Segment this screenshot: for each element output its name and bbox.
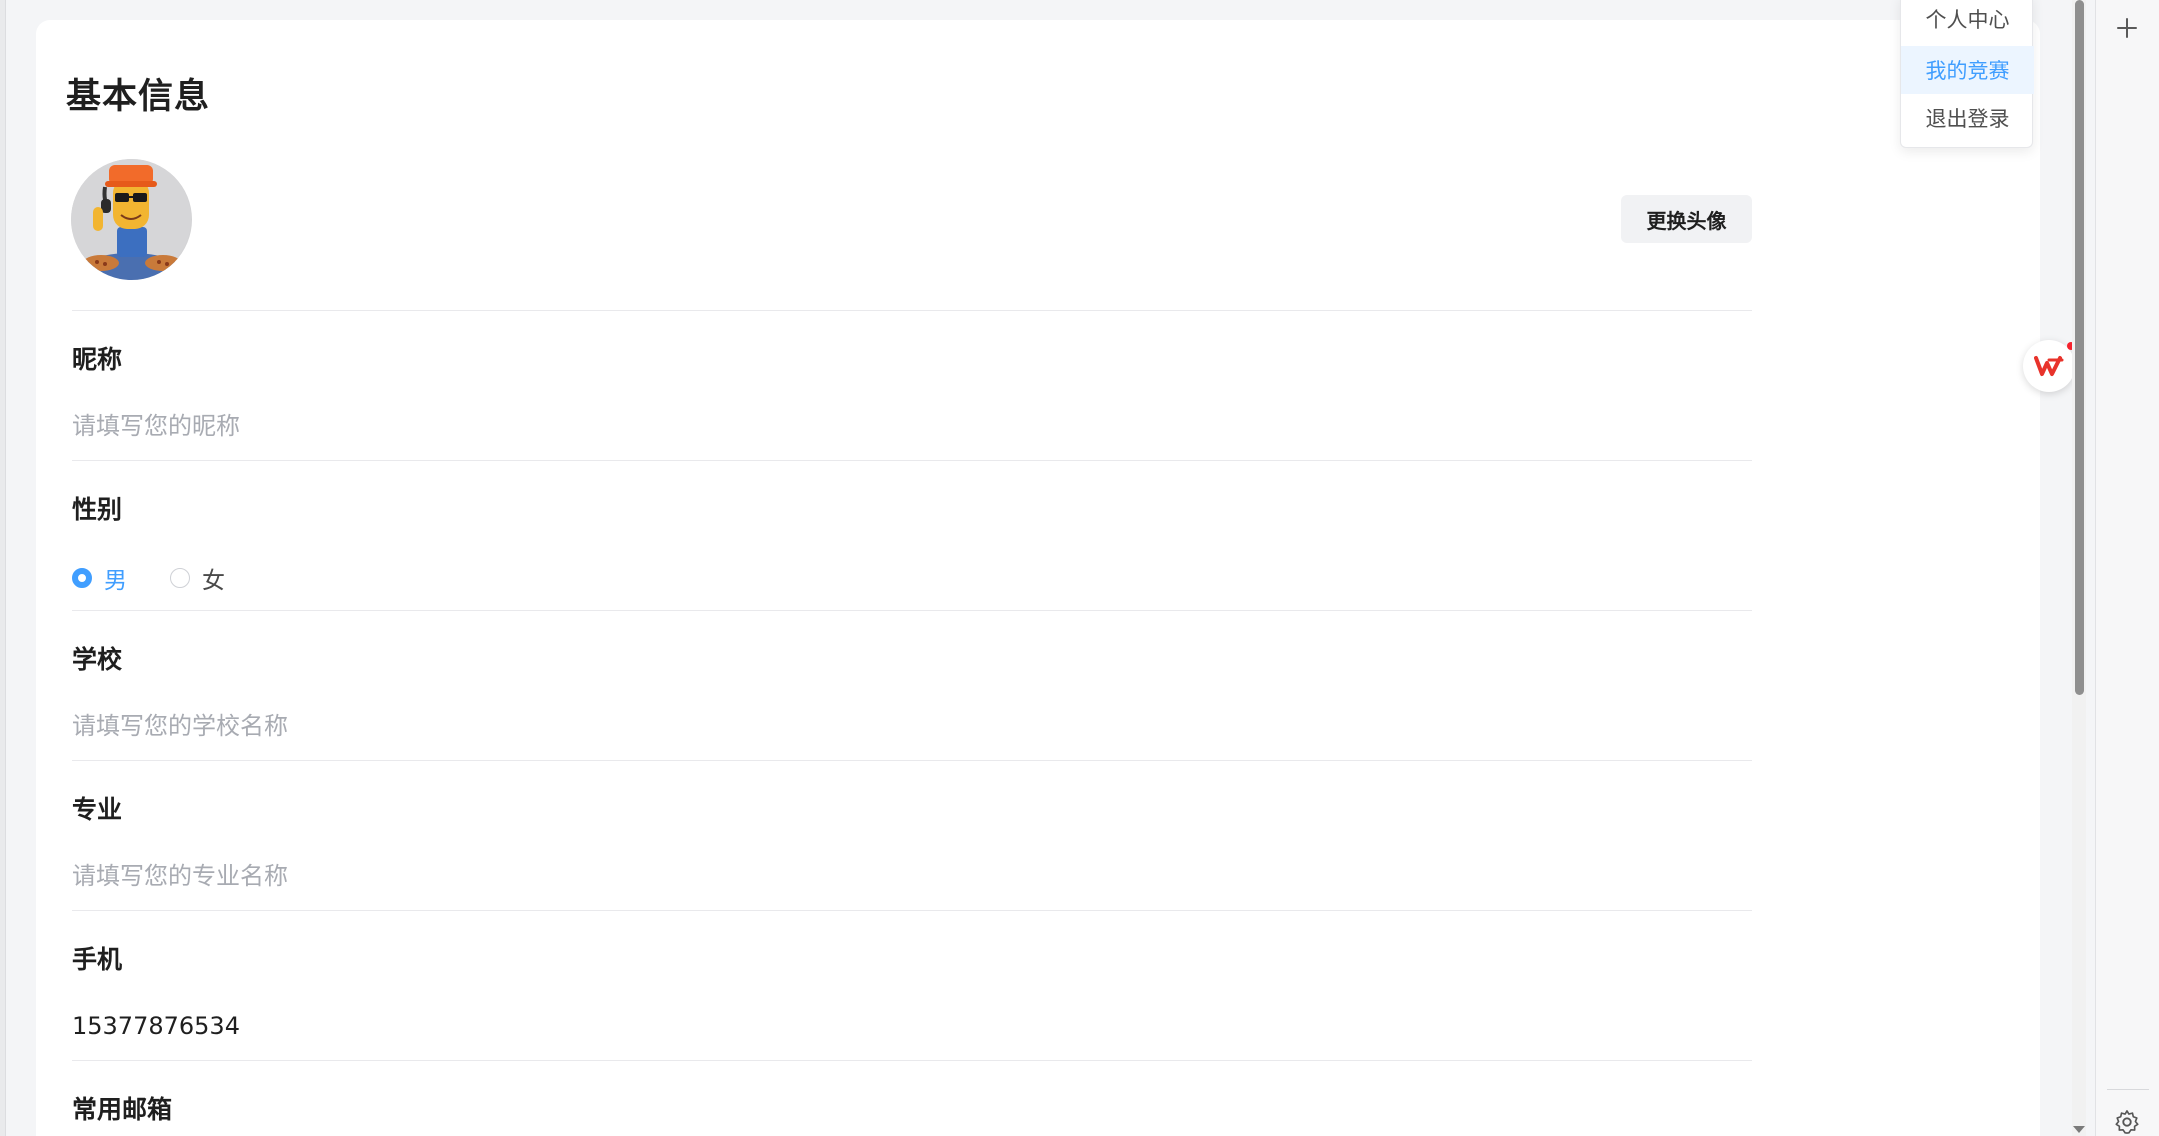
gender-label: 性别 xyxy=(72,495,123,524)
radio-checked-icon xyxy=(72,568,92,588)
divider xyxy=(72,1060,1752,1061)
avatar-image xyxy=(71,159,191,280)
divider xyxy=(72,760,1752,761)
plus-icon[interactable] xyxy=(2115,16,2139,40)
scroll-down-arrow-icon[interactable] xyxy=(2073,1126,2085,1133)
menu-item-personal-center[interactable]: 个人中心 xyxy=(1901,0,2034,43)
gender-option-label: 男 xyxy=(104,568,127,594)
side-panel-divider xyxy=(2107,1089,2149,1090)
email-label: 常用邮箱 xyxy=(72,1095,173,1124)
school-label: 学校 xyxy=(72,645,123,674)
user-dropdown-menu: 个人中心 我的竞赛 退出登录 xyxy=(1900,0,2034,148)
browser-side-panel xyxy=(2095,0,2159,1136)
nickname-label: 昵称 xyxy=(72,345,123,374)
avatar xyxy=(71,159,192,280)
menu-item-logout[interactable]: 退出登录 xyxy=(1901,94,2034,142)
gender-radio-female[interactable]: 女 xyxy=(170,561,225,595)
phone-label: 手机 xyxy=(72,945,123,974)
wps-logo-icon xyxy=(2034,356,2064,376)
divider xyxy=(72,310,1752,311)
divider xyxy=(72,460,1752,461)
menu-item-my-competitions[interactable]: 我的竞赛 xyxy=(1901,46,2034,94)
school-input[interactable] xyxy=(72,706,1752,746)
nickname-input[interactable] xyxy=(72,406,1752,446)
divider xyxy=(72,910,1752,911)
left-edge-border xyxy=(0,0,6,1136)
gender-radio-male[interactable]: 男 xyxy=(72,561,127,595)
gender-option-label: 女 xyxy=(202,568,225,594)
divider xyxy=(72,610,1752,611)
radio-unchecked-icon xyxy=(170,568,190,588)
gear-icon[interactable] xyxy=(2113,1108,2141,1136)
major-label: 专业 xyxy=(72,795,123,824)
scrollbar-thumb[interactable] xyxy=(2075,0,2084,695)
major-input[interactable] xyxy=(72,856,1752,896)
wps-float-button[interactable] xyxy=(2023,340,2075,392)
basic-info-card xyxy=(36,20,2040,1136)
phone-input[interactable] xyxy=(72,1006,1752,1046)
page-title: 基本信息 xyxy=(66,77,211,117)
change-avatar-button[interactable]: 更换头像 xyxy=(1621,195,1752,243)
